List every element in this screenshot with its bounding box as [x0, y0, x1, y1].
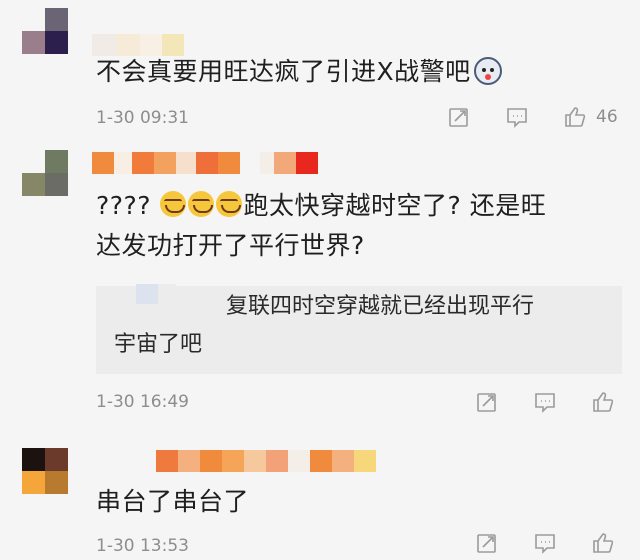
dog-face-emoji-icon	[473, 57, 502, 85]
grin-emoji-icon	[215, 191, 242, 217]
like-icon[interactable]	[590, 530, 616, 556]
username-mosaic[interactable]	[92, 152, 318, 174]
avatar[interactable]	[22, 448, 68, 494]
comment-icon[interactable]	[504, 104, 530, 130]
like-count: 46	[596, 107, 618, 127]
grin-emoji-icon	[159, 191, 186, 217]
reply-username-mosaic[interactable]	[136, 284, 176, 304]
comment-icon[interactable]	[532, 389, 558, 415]
like-icon[interactable]	[590, 389, 616, 415]
comment-icon[interactable]	[532, 530, 558, 556]
like-icon[interactable]	[562, 104, 588, 130]
repost-icon[interactable]	[446, 104, 472, 130]
timestamp: 1-30 13:53	[96, 536, 189, 556]
reply-quote[interactable]: 复联四时空穿越就已经出现平行 宇宙了吧	[96, 284, 622, 374]
avatar[interactable]	[22, 8, 68, 54]
repost-icon[interactable]	[474, 530, 500, 556]
comment-text: ???? 跑太快穿越时空了? 还是旺 达发功打开了平行世界?	[96, 191, 547, 260]
comment-text: 串台了串台了	[96, 487, 250, 516]
avatar[interactable]	[22, 150, 68, 196]
timestamp: 1-30 16:49	[96, 392, 189, 412]
repost-icon[interactable]	[474, 389, 500, 415]
username-mosaic[interactable]	[156, 450, 376, 472]
comment-text: 不会真要用旺达疯了引进X战警吧	[96, 52, 502, 92]
grin-emoji-icon	[187, 191, 214, 217]
reply-text: 复联四时空穿越就已经出现平行	[226, 294, 535, 319]
timestamp: 1-30 09:31	[96, 108, 189, 128]
reply-text-continued: 宇宙了吧	[114, 332, 203, 357]
